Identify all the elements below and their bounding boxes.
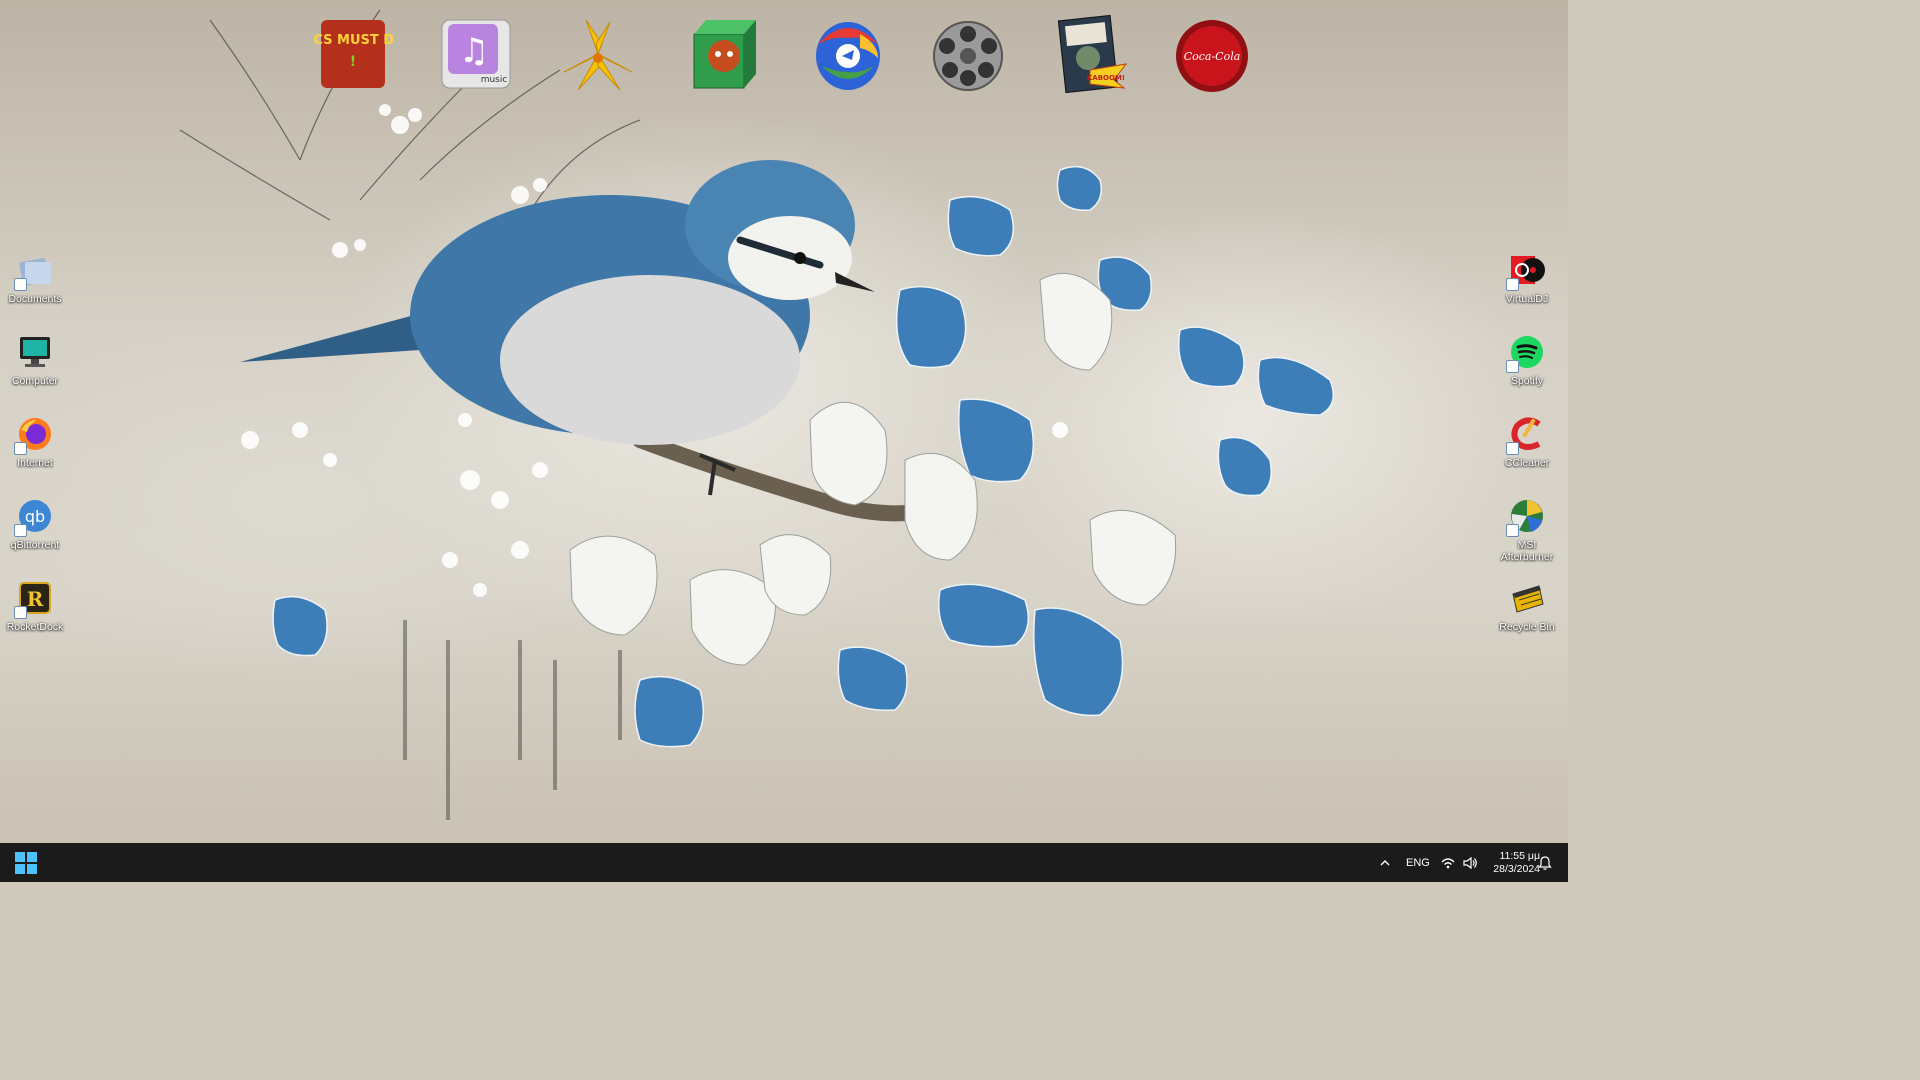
wifi-icon [1441, 857, 1455, 868]
show-hidden-icons-button[interactable] [1377, 843, 1393, 882]
shortcut-arrow-icon [1506, 360, 1519, 373]
notifications-button[interactable] [1538, 843, 1552, 882]
desktop-icon-label: RocketDock [6, 621, 64, 633]
clock[interactable]: 11:55 μμ 28/3/2024 [1480, 843, 1540, 882]
desktop-icon-msi-afterburner[interactable]: MSI Afterburner [1492, 498, 1562, 574]
chevron-up-icon [1380, 859, 1390, 865]
desktop-icon-label: MSI Afterburner [1500, 539, 1554, 563]
desktop-icon-computer[interactable]: Computer [0, 334, 70, 410]
recycle-bin-icon [1512, 585, 1544, 613]
desktop-icon-label: VirtualDJ [1505, 293, 1549, 305]
desktop-icon-ccleaner[interactable]: CCleaner [1492, 416, 1562, 492]
desktop-icon-virtualdj[interactable]: VirtualDJ [1492, 252, 1562, 328]
language-indicator[interactable]: ENG [1406, 843, 1430, 882]
shortcut-arrow-icon [1506, 278, 1519, 291]
shortcut-arrow-icon [14, 278, 27, 291]
desktop-icon-label: CCleaner [1504, 457, 1550, 469]
desktop-icon-label: Computer [11, 375, 59, 387]
desktop-icon-label: qBittorrent [10, 539, 60, 551]
red-panda-box-icon[interactable] [686, 14, 766, 94]
svg-text:R: R [27, 587, 44, 611]
music-folder-icon[interactable]: ♫ music [436, 14, 516, 94]
desktop-icon-recycle-bin[interactable]: Recycle Bin [1492, 580, 1562, 656]
shortcut-arrow-icon [1506, 524, 1519, 537]
desktop-icon-rocketdock[interactable]: R RocketDock [0, 580, 70, 656]
svg-text:qb: qb [25, 507, 45, 526]
taskbar: ENG 11:55 μμ 28/3/2024 [0, 843, 1568, 882]
clock-time: 11:55 μμ [1499, 849, 1540, 862]
orcs-logo-text: ORCS MUST DIE! [313, 33, 393, 48]
desktop-wallpaper [0, 0, 1568, 843]
svg-text:♫: ♫ [459, 31, 489, 71]
svg-text:!: ! [350, 54, 356, 70]
desktop-icon-label: Internet [17, 457, 53, 469]
lily-flower-icon[interactable] [558, 14, 638, 94]
desktop-icon-label: Recycle Bin [1499, 621, 1555, 633]
comic-book-icon[interactable]: KABOOM! [1050, 14, 1130, 94]
desktop-icon-internet[interactable]: Internet [0, 416, 70, 492]
network-volume-button[interactable] [1440, 843, 1478, 882]
svg-text:KABOOM!: KABOOM! [1087, 74, 1125, 82]
coca-cola-cap-icon[interactable]: Coca-Cola [1172, 14, 1252, 94]
computer-icon [20, 337, 50, 367]
orcs-must-die-icon[interactable]: ORCS MUST DIE! ! [313, 14, 393, 94]
shortcut-arrow-icon [14, 606, 27, 619]
desktop-icon-label: Spotify [1510, 375, 1544, 387]
shortcut-arrow-icon [1506, 442, 1519, 455]
desktop-icon-label: Documents [8, 293, 62, 305]
windows-logo-icon [15, 852, 25, 862]
wallpaper-art [179, 9, 1335, 820]
start-button[interactable] [15, 852, 37, 874]
desktop-icon-spotify[interactable]: Spotify [1492, 334, 1562, 410]
desktop-icon-qbittorrent[interactable]: qb qBittorrent [0, 498, 70, 574]
bell-icon [1538, 855, 1552, 870]
volume-icon [1463, 856, 1477, 869]
clock-date: 28/3/2024 [1493, 862, 1540, 875]
browser-ball-icon[interactable] [808, 14, 888, 94]
desktop-icon-documents[interactable]: Documents [0, 252, 70, 328]
svg-text:Coca-Cola: Coca-Cola [1184, 50, 1241, 63]
shortcut-arrow-icon [14, 524, 27, 537]
svg-text:music: music [481, 75, 508, 85]
shortcut-arrow-icon [14, 442, 27, 455]
film-reel-icon[interactable] [928, 14, 1008, 94]
